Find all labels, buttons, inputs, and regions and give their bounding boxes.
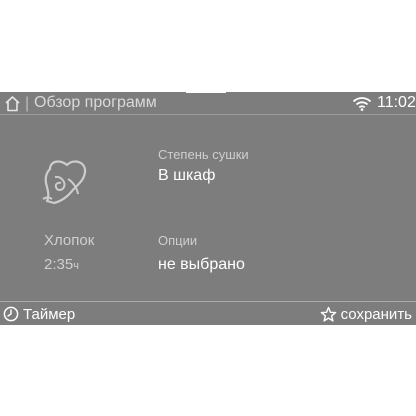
- save-label: сохранить: [340, 305, 412, 323]
- page-title[interactable]: Обзор программ: [34, 94, 157, 112]
- cotton-icon: [40, 155, 94, 207]
- timer-label: Таймер: [23, 305, 76, 323]
- top-indicator: [186, 90, 226, 93]
- header-separator: |: [25, 95, 30, 112]
- home-icon[interactable]: [4, 95, 21, 112]
- program-duration: 2:35ч: [44, 256, 79, 273]
- clock-icon: [3, 306, 19, 322]
- options-value[interactable]: не выбрано: [158, 256, 245, 274]
- program-name[interactable]: Хлопок: [44, 232, 94, 249]
- drying-level-label: Степень сушки: [158, 147, 249, 162]
- status-bar: | Обзор программ 11:02: [0, 90, 416, 115]
- appliance-screen: | Обзор программ 11:02 Хлопок 2:35ч Степ…: [0, 90, 416, 326]
- clock: 11:02: [377, 94, 416, 111]
- duration-unit: ч: [73, 260, 79, 272]
- save-button[interactable]: сохранить: [320, 305, 412, 323]
- duration-value: 2:35: [44, 256, 74, 273]
- wifi-icon: [352, 96, 372, 111]
- bottom-bar: Таймер сохранить: [0, 301, 416, 326]
- star-icon: [320, 306, 336, 322]
- timer-button[interactable]: Таймер: [3, 305, 75, 323]
- drying-level-value[interactable]: В шкаф: [158, 167, 215, 185]
- options-label: Опции: [158, 233, 198, 248]
